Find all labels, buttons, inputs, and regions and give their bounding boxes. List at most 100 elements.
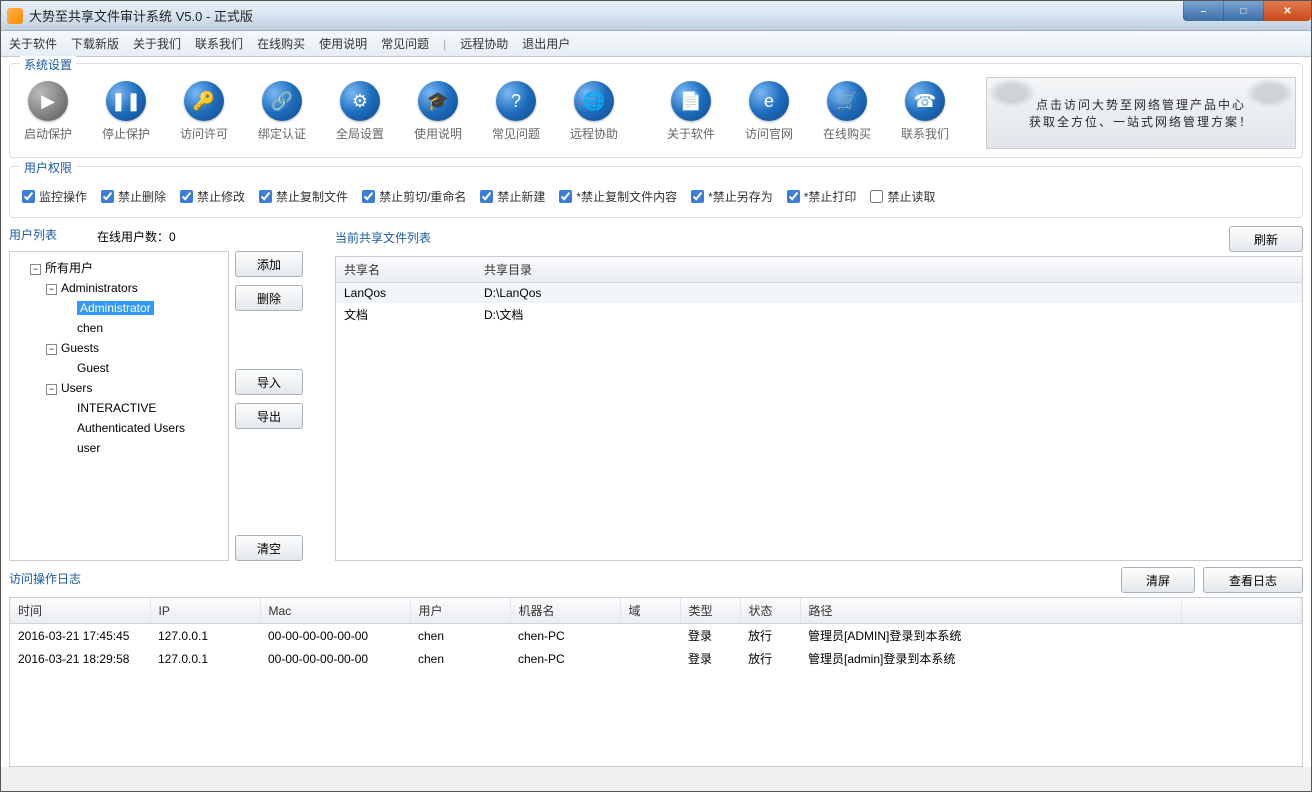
tool-访问官网[interactable]: e访问官网 [739, 81, 799, 142]
tree-toggle-icon[interactable]: − [46, 344, 57, 355]
tool-常见问题[interactable]: ?常见问题 [486, 81, 546, 142]
perm-checkbox[interactable] [180, 190, 193, 203]
perm-checkbox[interactable] [691, 190, 704, 203]
main-content: 系统设置 ▶启动保护❚❚停止保护🔑访问许可🔗绑定认证⚙全局设置🎓使用说明?常见问… [1, 57, 1311, 767]
perm-checkbox[interactable] [559, 190, 572, 203]
tool-label: 关于软件 [661, 125, 721, 142]
log-col-ip[interactable]: IP [150, 598, 260, 624]
tool-icon: 🛒 [827, 81, 867, 121]
perm-禁止剪切/重命名[interactable]: 禁止剪切/重命名 [362, 188, 466, 205]
delete-button[interactable]: 删除 [235, 285, 303, 311]
tree-toggle-icon[interactable]: − [30, 264, 41, 275]
perm-checkbox[interactable] [259, 190, 272, 203]
tool-联系我们[interactable]: ☎联系我们 [895, 81, 955, 142]
tree-user[interactable]: Guest [77, 361, 109, 375]
tool-全局设置[interactable]: ⚙全局设置 [330, 81, 390, 142]
tree-user[interactable]: Authenticated Users [77, 421, 185, 435]
clear-log-button[interactable]: 清屏 [1121, 567, 1195, 593]
titlebar: 大势至共享文件审计系统 V5.0 - 正式版 – □ ✕ [1, 1, 1311, 31]
log-col-host[interactable]: 机器名 [510, 598, 620, 624]
tree-group[interactable]: Guests [61, 341, 99, 355]
tree-group[interactable]: Administrators [61, 281, 138, 295]
perm-*禁止打印[interactable]: *禁止打印 [787, 188, 857, 205]
log-col-time[interactable]: 时间 [10, 598, 150, 624]
tool-绑定认证[interactable]: 🔗绑定认证 [252, 81, 312, 142]
log-col-domain[interactable]: 域 [620, 598, 680, 624]
menu-faq[interactable]: 常见问题 [381, 35, 429, 52]
share-row[interactable]: LanQosD:\LanQos [336, 283, 1302, 304]
log-col-user[interactable]: 用户 [410, 598, 510, 624]
menu-remote[interactable]: 远程协助 [460, 35, 508, 52]
perm-禁止读取[interactable]: 禁止读取 [870, 188, 935, 205]
tool-label: 使用说明 [408, 125, 468, 142]
tree-group[interactable]: Users [61, 381, 92, 395]
tool-label: 常见问题 [486, 125, 546, 142]
tree-user[interactable]: user [77, 441, 100, 455]
log-row[interactable]: 2016-03-21 18:29:58127.0.0.100-00-00-00-… [10, 647, 1302, 670]
menu-about-software[interactable]: 关于软件 [9, 35, 57, 52]
perm-checkbox[interactable] [870, 190, 883, 203]
tree-user[interactable]: chen [77, 321, 103, 335]
perm-禁止删除[interactable]: 禁止删除 [101, 188, 166, 205]
perm-*禁止另存为[interactable]: *禁止另存为 [691, 188, 773, 205]
tree-toggle-icon[interactable]: − [46, 384, 57, 395]
menubar: 关于软件 下载新版 关于我们 联系我们 在线购买 使用说明 常见问题 | 远程协… [1, 31, 1311, 57]
perm-*禁止复制文件内容[interactable]: *禁止复制文件内容 [559, 188, 677, 205]
log-col-type[interactable]: 类型 [680, 598, 740, 624]
tree-user[interactable]: INTERACTIVE [77, 401, 156, 415]
menu-contact[interactable]: 联系我们 [195, 35, 243, 52]
log-table-wrap[interactable]: 时间 IP Mac 用户 机器名 域 类型 状态 路径 2016-03-21 1… [9, 597, 1303, 767]
minimize-button[interactable]: – [1183, 1, 1223, 21]
share-col-path[interactable]: 共享目录 [476, 257, 796, 283]
toolbar-right: 📄关于软件 e访问官网 🛒在线购买 ☎联系我们 [653, 81, 963, 142]
user-tree[interactable]: −所有用户−AdministratorsAdministratorchen−Gu… [9, 251, 229, 561]
perm-checkbox[interactable] [787, 190, 800, 203]
menu-buy[interactable]: 在线购买 [257, 35, 305, 52]
log-row[interactable]: 2016-03-21 17:45:45127.0.0.100-00-00-00-… [10, 624, 1302, 648]
tool-使用说明[interactable]: 🎓使用说明 [408, 81, 468, 142]
tool-label: 联系我们 [895, 125, 955, 142]
log-col-status[interactable]: 状态 [740, 598, 800, 624]
maximize-button[interactable]: □ [1223, 1, 1263, 21]
view-log-button[interactable]: 查看日志 [1203, 567, 1303, 593]
tool-远程协助[interactable]: 🌐远程协助 [564, 81, 624, 142]
tool-在线购买[interactable]: 🛒在线购买 [817, 81, 877, 142]
mid-section: 用户列表 在线用户数：0 −所有用户−AdministratorsAdminis… [9, 226, 1303, 561]
tool-启动保护[interactable]: ▶ 启动保护 [18, 81, 78, 142]
share-row[interactable]: 文档D:\文档 [336, 303, 1302, 326]
perm-checkbox[interactable] [480, 190, 493, 203]
perm-禁止新建[interactable]: 禁止新建 [480, 188, 545, 205]
perm-禁止修改[interactable]: 禁止修改 [180, 188, 245, 205]
log-col-path[interactable]: 路径 [800, 598, 1182, 624]
tree-root-label[interactable]: 所有用户 [45, 261, 93, 275]
perm-禁止复制文件[interactable]: 禁止复制文件 [259, 188, 348, 205]
tool-label: 启动保护 [18, 125, 78, 142]
tree-toggle-icon[interactable]: − [46, 284, 57, 295]
perm-checkbox[interactable] [101, 190, 114, 203]
permissions-group-title: 用户权限 [20, 159, 76, 176]
perm-checkbox[interactable] [22, 190, 35, 203]
tool-停止保护[interactable]: ❚❚停止保护 [96, 81, 156, 142]
tool-icon: ▶ [28, 81, 68, 121]
share-list[interactable]: 共享名 共享目录 LanQosD:\LanQos文档D:\文档 [335, 256, 1303, 561]
add-button[interactable]: 添加 [235, 251, 303, 277]
perm-监控操作[interactable]: 监控操作 [22, 188, 87, 205]
banner[interactable]: 点击访问大势至网络管理产品中心 获取全方位、一站式网络管理方案！ [986, 77, 1296, 149]
perm-checkbox[interactable] [362, 190, 375, 203]
share-title: 当前共享文件列表 [335, 229, 431, 246]
tool-访问许可[interactable]: 🔑访问许可 [174, 81, 234, 142]
tree-user[interactable]: Administrator [77, 301, 154, 315]
close-button[interactable]: ✕ [1263, 1, 1311, 21]
menu-logout[interactable]: 退出用户 [522, 35, 570, 52]
menu-download[interactable]: 下载新版 [71, 35, 119, 52]
tool-关于软件[interactable]: 📄关于软件 [661, 81, 721, 142]
import-button[interactable]: 导入 [235, 369, 303, 395]
export-button[interactable]: 导出 [235, 403, 303, 429]
refresh-button[interactable]: 刷新 [1229, 226, 1303, 252]
menu-instructions[interactable]: 使用说明 [319, 35, 367, 52]
menu-about-us[interactable]: 关于我们 [133, 35, 181, 52]
clear-button[interactable]: 清空 [235, 535, 303, 561]
share-col-name[interactable]: 共享名 [336, 257, 476, 283]
log-col-mac[interactable]: Mac [260, 598, 410, 624]
online-user-count: 在线用户数：0 [97, 228, 176, 245]
